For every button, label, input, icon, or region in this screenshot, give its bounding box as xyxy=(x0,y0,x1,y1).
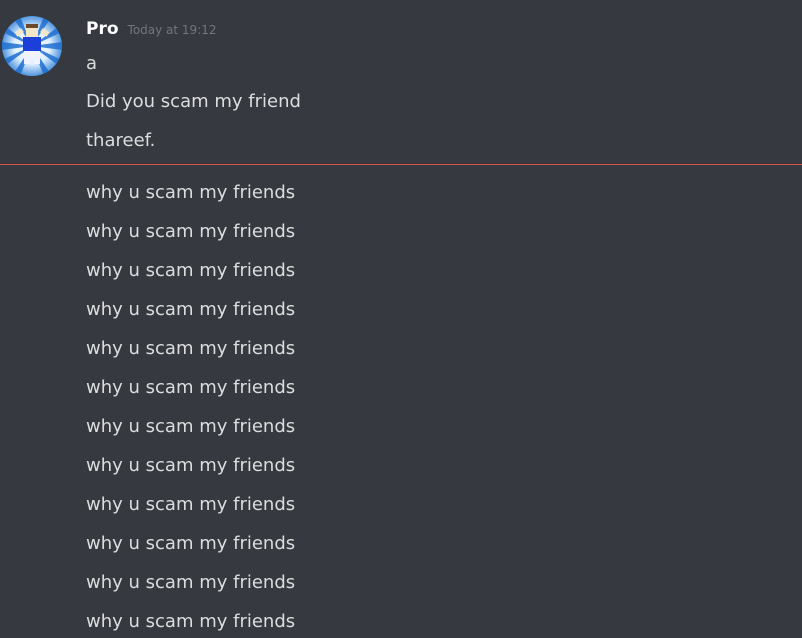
chat-message: why u scam my friends xyxy=(86,572,296,593)
chat-message: a xyxy=(86,53,98,74)
chat-message: why u scam my friends xyxy=(86,494,296,515)
chat-message: why u scam my friends xyxy=(86,455,296,476)
chat-message: why u scam my friends xyxy=(86,260,296,281)
chat-message: why u scam my friends xyxy=(86,299,296,320)
chat-message: why u scam my friends xyxy=(86,533,296,554)
chat-message: why u scam my friends xyxy=(86,221,296,242)
chat-message: thareef. xyxy=(86,130,156,151)
new-messages-divider xyxy=(0,164,802,165)
message-header: Pro Today at 19:12 xyxy=(86,19,217,45)
chat-message: why u scam my friends xyxy=(86,338,296,359)
avatar-image xyxy=(2,16,62,76)
chat-message: Did you scam my friend xyxy=(86,91,301,112)
user-avatar[interactable] xyxy=(2,16,62,76)
username[interactable]: Pro xyxy=(86,19,119,39)
chat-message: why u scam my friends xyxy=(86,377,296,398)
chat-message: why u scam my friends xyxy=(86,611,296,632)
message-timestamp[interactable]: Today at 19:12 xyxy=(128,23,217,37)
chat-message: why u scam my friends xyxy=(86,182,296,203)
chat-message: why u scam my friends xyxy=(86,416,296,437)
